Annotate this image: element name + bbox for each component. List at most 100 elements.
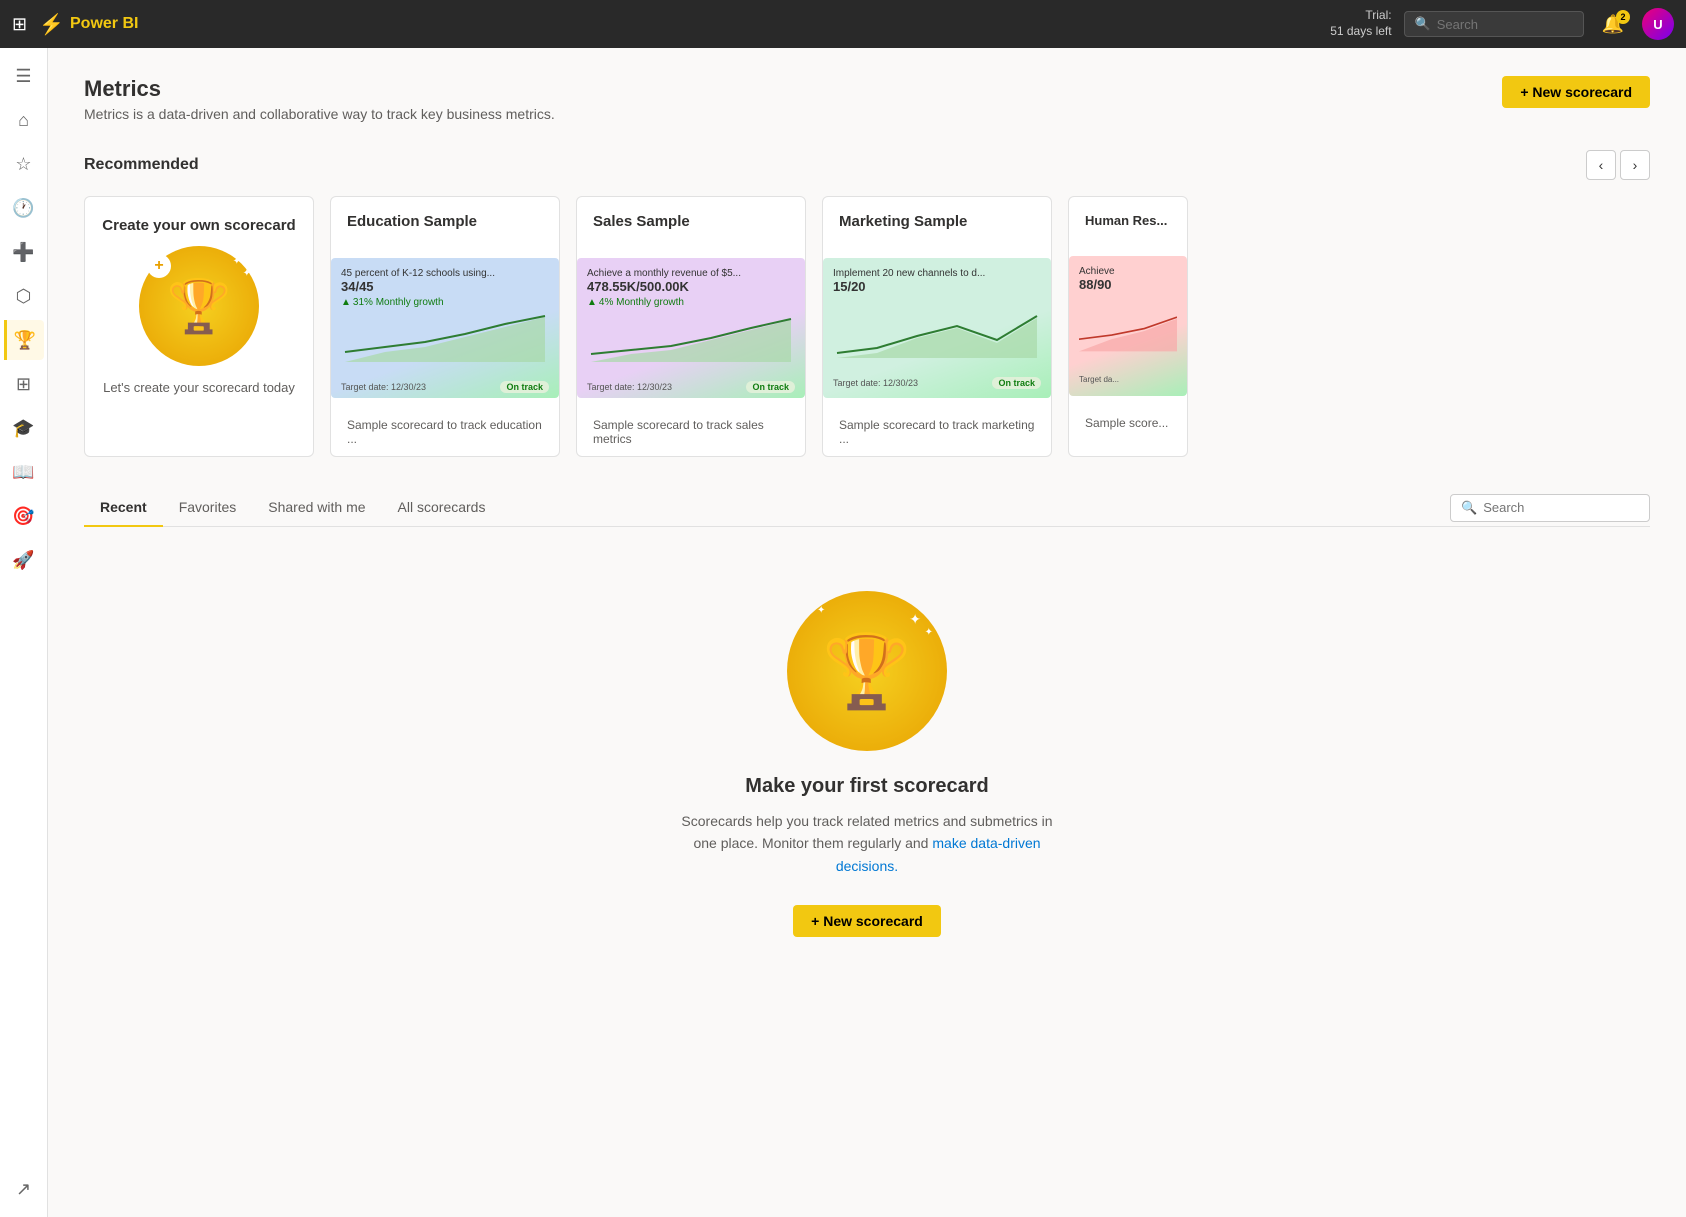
- prev-arrow[interactable]: ‹: [1586, 150, 1616, 180]
- sidebar: ☰ ⌂ ☆ 🕐 ➕ ⬡ 🏆 ⊞ 🎓 📖 🎯 🚀 ↗: [0, 48, 48, 1217]
- marketing-preview: Implement 20 new channels to d... 15/20 …: [823, 258, 1051, 398]
- mkt-bottom: Target date: 12/30/23 On track: [823, 371, 1051, 395]
- sidebar-item-home[interactable]: ⌂: [4, 100, 44, 140]
- sales-chart: [587, 312, 795, 365]
- sidebar-item-recent[interactable]: 🕐: [4, 188, 44, 228]
- notification-bell[interactable]: 🔔 2: [1602, 14, 1624, 35]
- sidebar-item-data[interactable]: ⬡: [4, 276, 44, 316]
- tab-search-icon: 🔍: [1461, 500, 1477, 516]
- topbar: ⊞ ⚡ Power BI Trial: 51 days left 🔍 🔔 2 U: [0, 0, 1686, 48]
- empty-state: ✦ ✦ ✦ 🏆 Make your first scorecard Scorec…: [84, 551, 1650, 977]
- hr-metric-value: 88/90: [1079, 277, 1177, 292]
- marketing-card-title: Marketing Sample: [839, 213, 1035, 230]
- edu-chart: [341, 312, 549, 365]
- edu-metric-value: 34/45: [341, 279, 549, 294]
- app-logo: ⚡ Power BI: [39, 12, 138, 37]
- notif-badge: 2: [1616, 10, 1630, 24]
- search-icon: 🔍: [1415, 16, 1431, 32]
- main-layout: ☰ ⌂ ☆ 🕐 ➕ ⬡ 🏆 ⊞ 🎓 📖 🎯 🚀 ↗ Metrics Metric…: [0, 48, 1686, 1217]
- tab-shared[interactable]: Shared with me: [252, 489, 381, 527]
- sales-preview: Achieve a monthly revenue of $5... 478.5…: [577, 258, 805, 398]
- main-content: Metrics Metrics is a data-driven and col…: [48, 48, 1686, 1217]
- sales-desc: Sample scorecard to track sales metrics: [577, 408, 805, 456]
- trophy-icon: 🏆: [167, 276, 232, 337]
- hr-chart: [1079, 306, 1177, 359]
- sales-bottom: Target date: 12/30/23 On track: [577, 375, 805, 398]
- topbar-search[interactable]: 🔍: [1404, 11, 1584, 37]
- empty-new-scorecard-button[interactable]: + New scorecard: [793, 905, 941, 937]
- recommended-header: Recommended ‹ ›: [84, 150, 1650, 180]
- plus-icon: +: [147, 254, 171, 278]
- sidebar-item-deployment[interactable]: 🚀: [4, 540, 44, 580]
- edu-status: On track: [500, 381, 549, 393]
- mkt-metric-value: 15/20: [833, 279, 1041, 294]
- nav-arrows: ‹ ›: [1586, 150, 1650, 180]
- hr-card-title: Human Res...: [1085, 213, 1171, 228]
- tab-favorites[interactable]: Favorites: [163, 489, 253, 527]
- sidebar-item-browse[interactable]: 📖: [4, 452, 44, 492]
- tab-search-input[interactable]: [1483, 500, 1639, 515]
- page-header-text: Metrics Metrics is a data-driven and col…: [84, 76, 555, 122]
- edu-bottom: Target date: 12/30/23 On track: [331, 375, 559, 398]
- empty-trophy-icon: 🏆: [822, 629, 912, 714]
- sales-card-title: Sales Sample: [593, 213, 789, 230]
- sparkle-1: ✦: [233, 256, 241, 267]
- trial-info: Trial: 51 days left: [1330, 8, 1391, 39]
- tab-all[interactable]: All scorecards: [382, 489, 502, 527]
- create-card-title: Create your own scorecard: [102, 217, 295, 234]
- sales-growth: ▲4% Monthly growth: [587, 297, 795, 308]
- page-subtitle: Metrics is a data-driven and collaborati…: [84, 106, 555, 122]
- next-arrow[interactable]: ›: [1620, 150, 1650, 180]
- hr-metric-title: Achieve: [1079, 266, 1177, 277]
- marketing-desc: Sample scorecard to track marketing ...: [823, 408, 1051, 456]
- marketing-sample-card[interactable]: Marketing Sample Implement 20 new channe…: [822, 196, 1052, 457]
- tab-recent[interactable]: Recent: [84, 489, 163, 527]
- education-sample-card[interactable]: Education Sample 45 percent of K-12 scho…: [330, 196, 560, 457]
- edu-growth: ▲31% Monthly growth: [341, 297, 549, 308]
- sidebar-item-metrics[interactable]: 🏆: [4, 320, 44, 360]
- sidebar-item-create[interactable]: ➕: [4, 232, 44, 272]
- mkt-status: On track: [992, 377, 1041, 389]
- cards-container: Create your own scorecard + ✦ ✦ 🏆 Let's …: [84, 196, 1650, 457]
- sidebar-item-apps[interactable]: ⊞: [4, 364, 44, 404]
- create-card-desc: Let's create your scorecard today: [103, 380, 295, 395]
- grid-icon[interactable]: ⊞: [12, 14, 27, 35]
- recommended-title: Recommended: [84, 156, 199, 174]
- sales-metric-value: 478.55K/500.00K: [587, 279, 795, 294]
- edu-metric-title: 45 percent of K-12 schools using...: [341, 268, 549, 279]
- empty-trophy-circle: ✦ ✦ ✦ 🏆: [787, 591, 947, 751]
- create-scorecard-card[interactable]: Create your own scorecard + ✦ ✦ 🏆 Let's …: [84, 196, 314, 457]
- hr-desc: Sample score...: [1069, 406, 1187, 440]
- search-input[interactable]: [1437, 17, 1573, 32]
- hr-bottom: Target da...: [1069, 369, 1187, 390]
- new-scorecard-button[interactable]: + New scorecard: [1502, 76, 1650, 108]
- create-circle: + ✦ ✦ 🏆: [139, 246, 259, 366]
- page-header: Metrics Metrics is a data-driven and col…: [84, 76, 1650, 122]
- user-avatar[interactable]: U: [1642, 8, 1674, 40]
- education-preview: 45 percent of K-12 schools using... 34/4…: [331, 258, 559, 398]
- empty-sparkle-1: ✦: [909, 611, 921, 628]
- empty-desc: Scorecards help you track related metric…: [677, 810, 1057, 877]
- sidebar-item-collapse[interactable]: ↗: [4, 1169, 44, 1209]
- empty-title: Make your first scorecard: [745, 775, 988, 798]
- sales-sample-card[interactable]: Sales Sample Achieve a monthly revenue o…: [576, 196, 806, 457]
- sales-status: On track: [746, 381, 795, 393]
- sidebar-item-menu[interactable]: ☰: [4, 56, 44, 96]
- sales-metric-title: Achieve a monthly revenue of $5...: [587, 268, 795, 279]
- make-decisions-link[interactable]: make data-driven decisions.: [836, 835, 1041, 873]
- hr-preview: Achieve 88/90 Target da...: [1069, 256, 1187, 396]
- empty-sparkle-2: ✦: [925, 627, 933, 638]
- sparkle-2: ✦: [243, 268, 251, 279]
- sidebar-item-favorites[interactable]: ☆: [4, 144, 44, 184]
- mkt-metric-title: Implement 20 new channels to d...: [833, 268, 1041, 279]
- sidebar-item-goals[interactable]: 🎯: [4, 496, 44, 536]
- human-resources-card[interactable]: Human Res... Achieve 88/90: [1068, 196, 1188, 457]
- education-card-title: Education Sample: [347, 213, 543, 230]
- page-title: Metrics: [84, 76, 555, 102]
- tabs-bar: Recent Favorites Shared with me All scor…: [84, 489, 1650, 527]
- tab-search-container[interactable]: 🔍: [1450, 494, 1650, 522]
- empty-sparkle-3: ✦: [817, 605, 825, 616]
- mkt-chart: [833, 308, 1041, 361]
- sidebar-item-learn[interactable]: 🎓: [4, 408, 44, 448]
- education-desc: Sample scorecard to track education ...: [331, 408, 559, 456]
